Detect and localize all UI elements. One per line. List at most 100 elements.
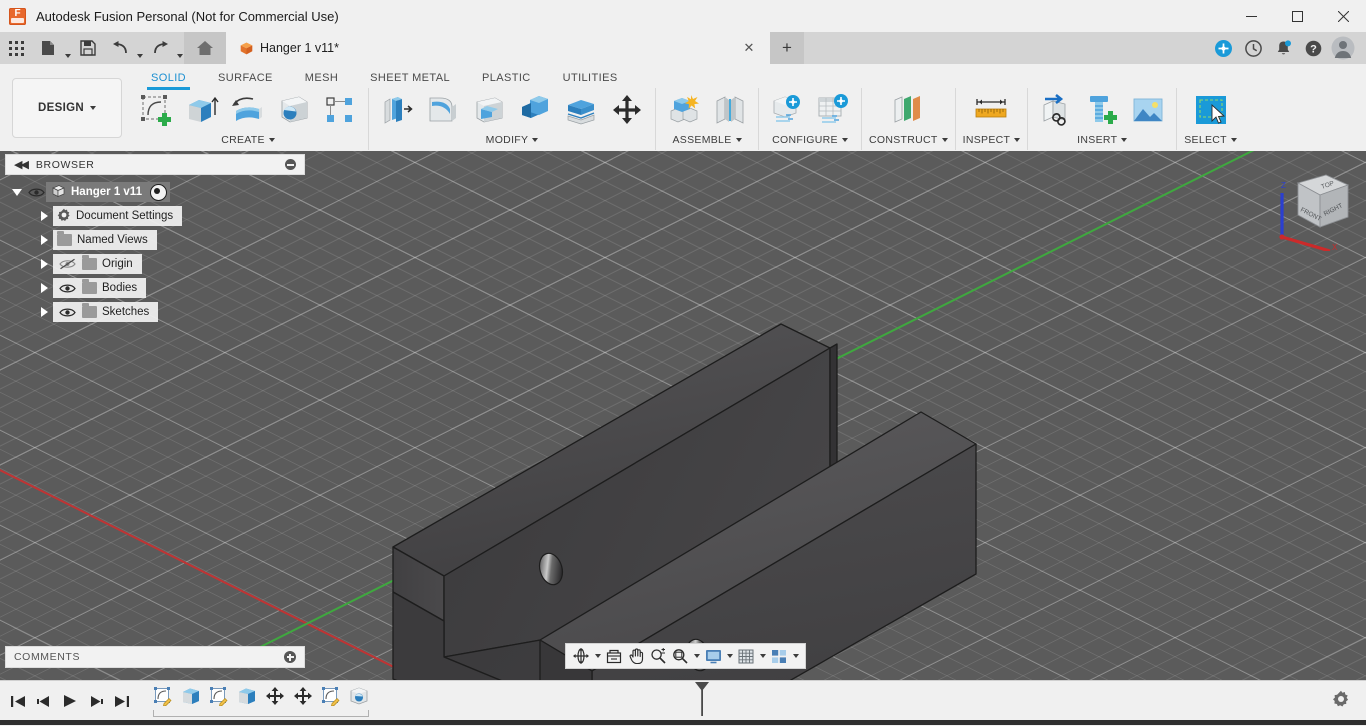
undo-button[interactable] [105,34,135,62]
redo-button[interactable] [145,34,175,62]
eye-visible-icon[interactable] [26,185,46,199]
chevron-down-icon[interactable] [735,138,742,142]
chevron-down-icon[interactable] [841,138,848,142]
timeline-marker[interactable] [693,681,713,721]
play-button[interactable] [57,688,83,714]
tree-node-hanger[interactable]: Hanger 1 v11 [8,182,304,202]
chevron-down-icon[interactable] [532,138,539,142]
press-pull-tool[interactable] [376,89,418,131]
insert-derive-tool[interactable] [1035,89,1077,131]
document-tab-close-button[interactable]: ✕ [738,37,760,59]
insert-mcmaster-tool[interactable] [1081,89,1123,131]
job-status-button[interactable] [1238,32,1268,64]
select-tool[interactable] [1190,89,1232,131]
tab-plastic[interactable]: PLASTIC [466,68,547,90]
offset-face-tool[interactable] [560,89,602,131]
document-tab[interactable]: Hanger 1 v11* ✕ [226,32,770,64]
fit-button[interactable] [669,645,691,667]
double-chevron-left-icon[interactable]: ◀◀ [14,158,29,171]
eye-visible-icon[interactable] [57,305,77,319]
activate-component-radio[interactable] [149,183,167,201]
chevron-down-icon[interactable] [941,138,948,142]
chevron-down-icon[interactable] [268,138,275,142]
extensions-button[interactable] [1208,32,1238,64]
sweep-tool[interactable] [273,89,315,131]
new-component-tool[interactable] [663,89,705,131]
view-cube[interactable]: Z X TOP FRONT RIGHT [1268,163,1358,253]
tree-node-document-settings[interactable]: Document Settings [8,206,304,226]
home-button[interactable] [184,32,226,64]
maximize-button[interactable] [1274,0,1320,32]
display-settings-button[interactable] [702,645,724,667]
configuration-table-tool[interactable] [812,89,854,131]
chevron-down-icon[interactable] [1121,138,1128,142]
tree-item-bodies[interactable]: Bodies [53,278,147,298]
timeline-feature-extrude-1[interactable] [179,684,203,708]
go-to-beginning-button[interactable] [5,688,31,714]
configure-design-tool[interactable] [766,89,808,131]
grid-snaps-caret[interactable] [757,645,768,667]
tree-item-origin[interactable]: Origin [53,254,142,274]
fillet-tool[interactable] [422,89,464,131]
zoom-button[interactable] [647,645,669,667]
move-copy-tool[interactable] [606,89,648,131]
tab-utilities[interactable]: UTILITIES [547,68,634,90]
new-file-button[interactable] [33,34,63,62]
display-settings-caret[interactable] [724,645,735,667]
combine-tool[interactable] [514,89,556,131]
viewport-canvas[interactable]: Z X TOP FRONT RIGHT ◀◀ BROWSER Hanger 1 … [0,151,1366,680]
viewports-button[interactable] [768,645,790,667]
timeline-feature-move-2[interactable] [291,684,315,708]
tree-item-named-views[interactable]: Named Views [53,230,157,250]
tab-surface[interactable]: SURFACE [202,68,289,90]
joint-tool[interactable] [709,89,751,131]
step-back-button[interactable] [31,688,57,714]
tree-node-named-views[interactable]: Named Views [8,230,304,250]
timeline-feature-extrude-2[interactable] [235,684,259,708]
close-button[interactable] [1320,0,1366,32]
create-sketch-tool[interactable] [135,89,177,131]
tab-mesh[interactable]: MESH [289,68,354,90]
revolve-tool[interactable] [227,89,269,131]
tree-node-bodies[interactable]: Bodies [8,278,304,298]
tab-solid[interactable]: SOLID [135,68,202,90]
save-button[interactable] [73,34,103,62]
minimize-button[interactable] [1228,0,1274,32]
go-to-end-button[interactable] [109,688,135,714]
tab-sheet-metal[interactable]: SHEET METAL [354,68,466,90]
pattern-tool[interactable] [319,89,361,131]
expand-arrow-right[interactable] [35,211,53,221]
expand-arrow-down[interactable] [8,188,26,196]
tree-item-hanger[interactable]: Hanger 1 v11 [46,182,170,202]
timeline-feature-sketch-1[interactable] [151,684,175,708]
chevron-down-icon[interactable] [1014,138,1021,142]
help-button[interactable]: ? [1298,32,1328,64]
pan-button[interactable] [625,645,647,667]
look-at-button[interactable] [603,645,625,667]
comments-panel-header[interactable]: COMMENTS [5,646,305,668]
construct-plane-tool[interactable] [887,89,929,131]
new-tab-button[interactable]: + [770,32,804,64]
undo-caret[interactable] [136,30,144,66]
app-grid-button[interactable] [1,34,31,62]
timeline-feature-sketch-3[interactable] [319,684,343,708]
insert-canvas-tool[interactable] [1127,89,1169,131]
new-file-caret[interactable] [64,30,72,66]
timeline-feature-move-1[interactable] [263,684,287,708]
account-avatar[interactable] [1328,32,1358,64]
tree-node-origin[interactable]: Origin [8,254,304,274]
collapse-circle-icon[interactable] [285,159,296,170]
viewports-caret[interactable] [790,645,801,667]
redo-caret[interactable] [176,30,184,66]
tree-item-sketches[interactable]: Sketches [53,302,159,322]
timeline-feature-hole[interactable] [347,684,371,708]
fit-caret[interactable] [691,645,702,667]
orbit-caret[interactable] [592,645,603,667]
grid-snaps-button[interactable] [735,645,757,667]
measure-tool[interactable] [970,89,1012,131]
chevron-down-icon[interactable] [1230,138,1237,142]
timeline-feature-sketch-2[interactable] [207,684,231,708]
notifications-button[interactable] [1268,32,1298,64]
tree-item-document-settings[interactable]: Document Settings [53,206,183,226]
eye-hidden-icon[interactable] [57,257,77,271]
